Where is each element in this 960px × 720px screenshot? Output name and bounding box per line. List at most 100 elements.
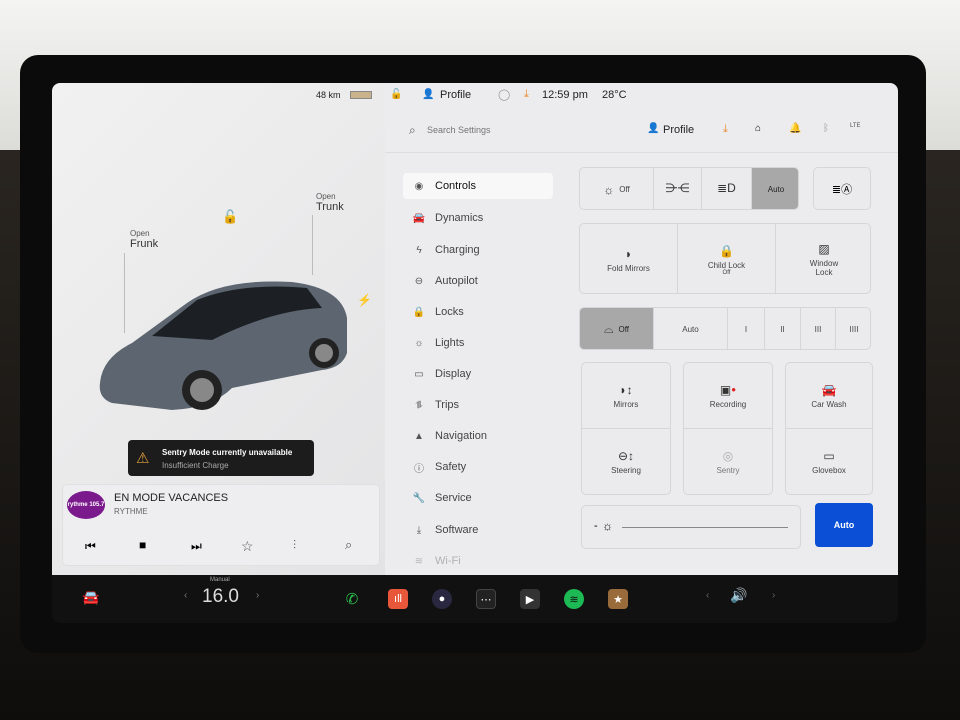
voice-memo-icon[interactable]: ıll <box>388 589 408 609</box>
bluetooth-icon[interactable]: ᛒ <box>823 123 829 134</box>
sentry-status-icon: ◯ <box>498 89 511 101</box>
phone-icon[interactable]: ✆ <box>342 589 362 609</box>
favorite-icon[interactable]: ☆ <box>241 538 254 555</box>
status-bar: 48 km 🔓 👤 Profile ◯ ⤓ 12:59 pm 28°C <box>52 83 898 109</box>
equalizer-icon[interactable]: ⫶ <box>293 538 296 553</box>
brightness-auto-button[interactable]: Auto <box>815 503 873 547</box>
temp-down-button[interactable]: ‹ <box>184 590 187 601</box>
recording-label: Recording <box>709 399 747 409</box>
mirror-steering-card: ◗↕ Mirrors ⊖↕ Steering <box>581 362 671 495</box>
spotify-icon[interactable]: ≋ <box>564 589 584 609</box>
brightness-minus: - <box>594 520 598 532</box>
wiper-auto-button[interactable]: Auto <box>654 308 728 349</box>
search-icon[interactable]: ⌕ <box>345 537 352 553</box>
sun-icon: ☼ <box>603 182 615 197</box>
sidebar-item-label: Display <box>435 368 472 380</box>
carwash-glovebox-card: 🚘 Car Wash ▭ Glovebox <box>785 362 873 495</box>
battery-icon <box>350 91 372 99</box>
trunk-button[interactable]: Trunk <box>316 201 344 213</box>
sidebar-item-service[interactable]: 🔧 Service <box>403 485 553 511</box>
sidebar-item-label: Autopilot <box>435 275 478 287</box>
volume-icon[interactable]: 🔊 <box>730 587 747 604</box>
sidebar-item-autopilot[interactable]: ⊖ Autopilot <box>403 268 553 294</box>
profile-button[interactable]: Profile <box>663 124 694 136</box>
lights-auto-button[interactable]: Auto <box>752 168 798 209</box>
more-apps-icon[interactable]: ⋯ <box>476 589 496 609</box>
sidebar-item-charging[interactable]: ϟ Charging <box>403 237 553 263</box>
sidebar-item-software[interactable]: ⤓ Software <box>403 517 553 543</box>
station-logo-text: rythme 105.7 <box>67 502 105 508</box>
wiper-selector: ⌓ Off Auto I II III IIII <box>579 307 871 350</box>
sidebar-item-controls[interactable]: ◉ Controls <box>403 173 553 199</box>
auto-high-beam-button[interactable]: ≣Ⓐ <box>813 167 871 210</box>
stop-icon[interactable]: ■ <box>139 538 146 552</box>
fold-mirrors-label: Fold Mirrors <box>607 263 650 273</box>
quick-controls-row: ◗ Fold Mirrors 🔒 Child Lock Off ▨ Window Loc… <box>579 223 871 294</box>
wiper-speed-1-button[interactable]: I <box>728 308 765 349</box>
brightness-slider[interactable] <box>622 527 788 528</box>
wiper-auto-label: Auto <box>682 325 699 334</box>
steering-button[interactable]: ⊖↕ Steering <box>582 429 670 495</box>
homelink-icon[interactable]: ⌂ <box>755 123 761 134</box>
sidebar-item-safety[interactable]: ⓘ Safety <box>403 454 553 480</box>
previous-icon[interactable]: ⏮ <box>85 539 96 554</box>
brightness-auto-label: Auto <box>833 520 855 530</box>
glovebox-button[interactable]: ▭ Glovebox <box>786 429 872 495</box>
low-beam-button[interactable]: ≣D <box>702 168 752 209</box>
media-player: rythme 105.7 EN MODE VACANCES RYTHME ⏮ ■… <box>62 484 380 566</box>
window-lock-button[interactable]: ▨ Window Lock <box>776 224 870 293</box>
car-wash-button[interactable]: 🚘 Car Wash <box>786 363 872 429</box>
steering-label: Steering <box>611 466 641 475</box>
sidebar-item-lights[interactable]: ☼ Lights <box>403 330 553 356</box>
download-icon[interactable]: ⤓ <box>723 123 728 136</box>
toggle-icon: ◉ <box>414 180 424 192</box>
car-icon[interactable]: 🚘 <box>82 589 99 606</box>
sidebar-item-label: Dynamics <box>435 212 484 224</box>
volume-up-button[interactable]: › <box>772 590 775 601</box>
window-lock-icon: ▨ <box>818 242 830 256</box>
lock-status-icon[interactable]: 🔓 <box>390 89 402 100</box>
wiper-speed-2-button[interactable]: II <box>765 308 801 349</box>
frunk-button[interactable]: Frunk <box>130 238 158 250</box>
alert-title: Sentry Mode currently unavailable <box>162 448 293 457</box>
update-icon[interactable]: ⤓ <box>524 88 529 101</box>
wiper-speed-4-button[interactable]: IIII <box>836 308 870 349</box>
car-image <box>99 281 347 410</box>
sidebar-item-dynamics[interactable]: 🚘 Dynamics <box>403 205 553 231</box>
theater-icon[interactable]: ▶ <box>520 589 540 609</box>
recording-button[interactable]: ▣ ● Recording <box>684 363 772 429</box>
unlock-icon[interactable]: 🔓 <box>222 209 238 225</box>
sidebar-item-trips[interactable]: ⥮ Trips <box>403 392 553 418</box>
sidebar-item-label: Wi-Fi <box>435 555 461 567</box>
sidebar-item-locks[interactable]: 🔒 Locks <box>403 299 553 325</box>
charge-port-icon[interactable]: ⚡ <box>357 293 372 307</box>
lights-off-button[interactable]: ☼ Off <box>580 168 654 209</box>
parking-lights-button[interactable]: ⋺⋲ <box>654 168 702 209</box>
bell-icon[interactable]: 🔔 <box>789 123 801 134</box>
wiper-speed-label: IIII <box>849 325 859 334</box>
sidebar-item-label: Charging <box>435 244 480 256</box>
auto-high-beam-icon: ≣Ⓐ <box>831 183 853 196</box>
profile-status[interactable]: Profile <box>440 89 471 101</box>
sidebar-item-display[interactable]: ▭ Display <box>403 361 553 387</box>
temp-up-button[interactable]: › <box>256 590 259 601</box>
headlight-selector: ☼ Off ⋺⋲ ≣D Auto <box>579 167 799 210</box>
wiper-off-button[interactable]: ⌓ Off <box>580 308 654 349</box>
sidebar-item-wifi[interactable]: ≋ Wi-Fi <box>403 548 553 574</box>
dashcam-icon: ▣ ● <box>719 382 737 397</box>
mirrors-button[interactable]: ◗↕ Mirrors <box>582 363 670 429</box>
lights-off-label: Off <box>619 185 630 194</box>
volume-down-button[interactable]: ‹ <box>706 590 709 601</box>
wiper-speed-3-button[interactable]: III <box>801 308 836 349</box>
frunk-state: Open <box>130 229 150 238</box>
child-lock-button[interactable]: 🔒 Child Lock Off <box>678 224 776 293</box>
fold-mirrors-button[interactable]: ◗ Fold Mirrors <box>580 224 678 293</box>
station-logo: rythme 105.7 <box>67 491 105 519</box>
search-settings-input[interactable] <box>427 121 607 139</box>
camera-icon[interactable]: ● <box>432 589 452 609</box>
profile-icon: 👤 <box>647 123 660 134</box>
sidebar-item-navigation[interactable]: ▲ Navigation <box>403 423 553 449</box>
sentry-button[interactable]: ◎ Sentry <box>684 429 772 495</box>
next-icon[interactable]: ⏭ <box>191 539 202 554</box>
toybox-icon[interactable]: ★ <box>608 589 628 609</box>
